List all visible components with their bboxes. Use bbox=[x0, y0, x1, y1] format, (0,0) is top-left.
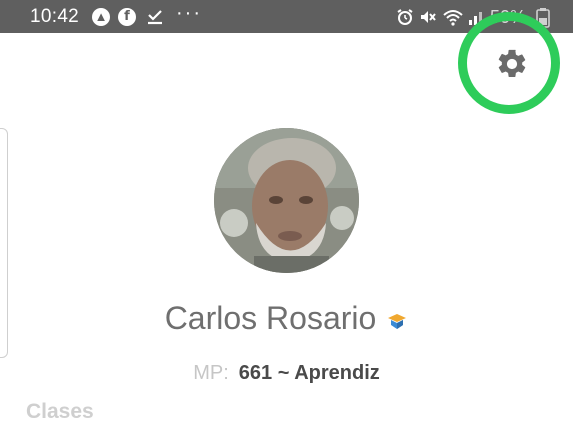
download-done-icon bbox=[146, 8, 164, 26]
profile-name: Carlos Rosario bbox=[164, 300, 377, 336]
mp-label: MP: bbox=[193, 362, 229, 384]
navigation-icon: ▲ bbox=[92, 8, 110, 26]
settings-button[interactable] bbox=[490, 42, 534, 86]
mp-row: MP: 661 ~ Aprendiz bbox=[0, 362, 573, 385]
more-notifications-indicator: ··· bbox=[176, 2, 202, 24]
profile-name-row: Carlos Rosario bbox=[0, 300, 573, 339]
mute-icon bbox=[418, 8, 436, 26]
rank-badge-icon bbox=[386, 302, 408, 339]
avatar-photo bbox=[214, 128, 359, 273]
status-time: 10:42 bbox=[30, 6, 80, 27]
classes-section-title: Clases bbox=[26, 400, 94, 423]
gear-icon bbox=[498, 49, 526, 78]
wifi-icon bbox=[443, 8, 463, 26]
mp-value: 661 ~ Aprendiz bbox=[238, 362, 380, 384]
facebook-icon: f bbox=[118, 8, 136, 26]
profile-avatar[interactable] bbox=[214, 128, 359, 273]
alarm-icon bbox=[396, 8, 414, 26]
